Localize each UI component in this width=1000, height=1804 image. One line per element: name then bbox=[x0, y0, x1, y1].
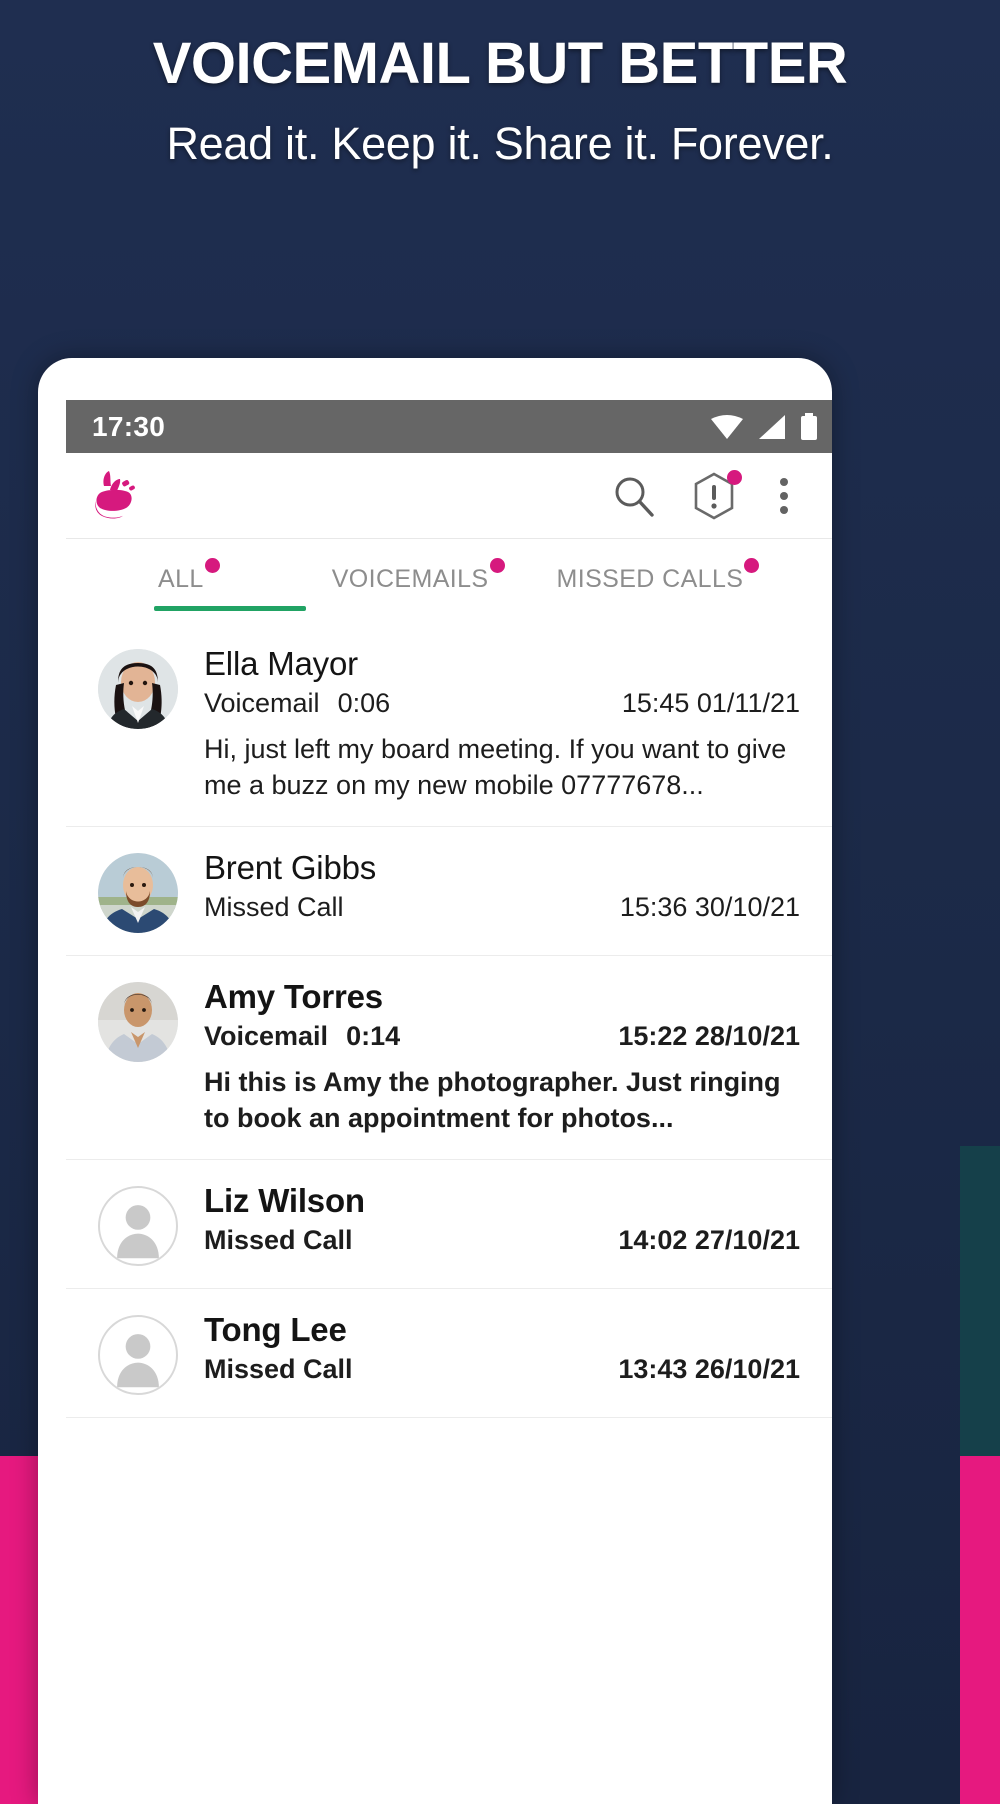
phone-mockup: 17:30 ALL VOICEMAILS MISSED CALLS Ella M… bbox=[38, 358, 832, 1804]
list-item[interactable]: Tong Lee Missed Call 13:43 26/10/21 bbox=[66, 1289, 832, 1418]
list-item-title-row: Ella Mayor bbox=[204, 645, 800, 684]
wifi-icon bbox=[710, 414, 744, 440]
message-duration: 0:14 bbox=[346, 1020, 401, 1051]
tab-voicemails[interactable]: VOICEMAILS bbox=[328, 558, 505, 594]
pink-accent-bar-right bbox=[960, 1456, 1000, 1804]
list-item[interactable]: Liz Wilson Missed Call 14:02 27/10/21 bbox=[66, 1160, 832, 1289]
avatar bbox=[98, 649, 178, 729]
pink-accent-bar-left bbox=[0, 1456, 40, 1804]
status-clock: 17:30 bbox=[92, 410, 166, 442]
message-type: Missed Call bbox=[204, 1353, 353, 1384]
alert-badge-dot bbox=[727, 469, 742, 485]
list-item-body: Liz Wilson Missed Call 14:02 27/10/21 bbox=[178, 1182, 800, 1256]
avatar bbox=[98, 981, 178, 1062]
message-duration: 0:06 bbox=[337, 687, 391, 718]
transcript-preview: Hi, just left my board meeting. If you w… bbox=[204, 733, 787, 801]
list-item-title-row: Tong Lee bbox=[204, 1311, 800, 1350]
marketing-subheadline: Read it. Keep it. Share it. Forever. bbox=[166, 118, 834, 169]
message-list: Ella Mayor Voicemail 0:06 15:45 01/11/21… bbox=[66, 623, 832, 1418]
message-type: Voicemail bbox=[204, 687, 320, 718]
list-item[interactable]: Ella Mayor Voicemail 0:06 15:45 01/11/21… bbox=[66, 623, 832, 827]
list-item-meta-row: Missed Call 15:36 30/10/21 bbox=[204, 892, 800, 923]
marketing-headline: VOICEMAIL BUT BETTER bbox=[152, 31, 848, 96]
contact-name: Amy Torres bbox=[204, 977, 383, 1015]
app-bar-actions bbox=[612, 469, 796, 520]
battery-icon bbox=[800, 412, 818, 441]
tab-all-label: ALL bbox=[158, 565, 204, 593]
list-item[interactable]: Brent Gibbs Missed Call 15:36 30/10/21 bbox=[66, 827, 832, 956]
avatar bbox=[98, 1314, 178, 1395]
message-type: Missed Call bbox=[204, 891, 344, 922]
contact-name: Ella Mayor bbox=[204, 645, 358, 682]
list-item-body: Amy Torres Voicemail 0:14 15:22 28/10/21… bbox=[178, 978, 800, 1137]
alert-hexagon-icon[interactable] bbox=[692, 469, 742, 520]
list-item-title-row: Brent Gibbs bbox=[204, 849, 800, 888]
message-timestamp: 14:02 27/10/21 bbox=[618, 1224, 800, 1255]
list-item-body: Ella Mayor Voicemail 0:06 15:45 01/11/21… bbox=[178, 645, 800, 804]
tab-all[interactable]: ALL bbox=[154, 558, 220, 594]
tab-missed-calls[interactable]: MISSED CALLS bbox=[553, 558, 760, 594]
signal-icon bbox=[757, 414, 787, 440]
tab-missed-calls-label: MISSED CALLS bbox=[556, 565, 744, 593]
active-tab-indicator bbox=[154, 606, 306, 611]
list-item-title-row: Amy Torres bbox=[204, 978, 800, 1017]
tab-all-badge-dot bbox=[204, 558, 220, 573]
avatar bbox=[98, 1185, 178, 1266]
list-item-meta-row: Voicemail 0:06 15:45 01/11/21 bbox=[204, 688, 800, 719]
list-item[interactable]: Amy Torres Voicemail 0:14 15:22 28/10/21… bbox=[66, 956, 832, 1160]
tab-voicemails-label: VOICEMAILS bbox=[331, 565, 489, 593]
list-item-meta-row: Missed Call 14:02 27/10/21 bbox=[204, 1225, 800, 1256]
list-item-meta-row: Voicemail 0:14 15:22 28/10/21 bbox=[204, 1021, 800, 1052]
phone-screen: 17:30 ALL VOICEMAILS MISSED CALLS Ella M… bbox=[66, 400, 832, 1804]
app-bar bbox=[66, 453, 832, 539]
tab-voicemails-badge-dot bbox=[489, 558, 505, 573]
kebab-dot bbox=[780, 491, 788, 500]
message-timestamp: 15:22 28/10/21 bbox=[618, 1020, 800, 1051]
message-timestamp: 15:36 30/10/21 bbox=[619, 891, 800, 922]
kebab-dot bbox=[780, 505, 788, 514]
teal-accent-bar bbox=[960, 1146, 1000, 1456]
kebab-dot bbox=[780, 477, 788, 486]
contact-name: Liz Wilson bbox=[204, 1181, 365, 1219]
list-item-meta-row: Missed Call 13:43 26/10/21 bbox=[204, 1354, 800, 1385]
overflow-menu-icon[interactable] bbox=[772, 474, 796, 518]
contact-name: Brent Gibbs bbox=[204, 848, 377, 886]
tab-bar: ALL VOICEMAILS MISSED CALLS bbox=[66, 539, 832, 623]
list-item-body: Tong Lee Missed Call 13:43 26/10/21 bbox=[178, 1311, 800, 1385]
placeholder-person-icon bbox=[117, 1333, 159, 1387]
avatar bbox=[98, 852, 178, 933]
list-item-title-row: Liz Wilson bbox=[204, 1182, 800, 1221]
pointing-hand-logo[interactable] bbox=[90, 468, 156, 524]
status-icon-group bbox=[710, 412, 818, 441]
message-timestamp: 15:45 01/11/21 bbox=[621, 687, 800, 718]
message-type: Missed Call bbox=[204, 1224, 353, 1255]
message-type: Voicemail bbox=[204, 1020, 329, 1051]
contact-name: Tong Lee bbox=[204, 1310, 347, 1348]
search-icon[interactable] bbox=[612, 474, 656, 518]
message-timestamp: 13:43 26/10/21 bbox=[618, 1353, 800, 1384]
transcript-preview: Hi this is Amy the photographer. Just ri… bbox=[204, 1066, 781, 1134]
placeholder-person-icon bbox=[117, 1204, 159, 1258]
tab-missed-calls-badge-dot bbox=[744, 558, 760, 573]
list-item-body: Brent Gibbs Missed Call 15:36 30/10/21 bbox=[178, 849, 800, 923]
status-bar: 17:30 bbox=[66, 400, 832, 453]
